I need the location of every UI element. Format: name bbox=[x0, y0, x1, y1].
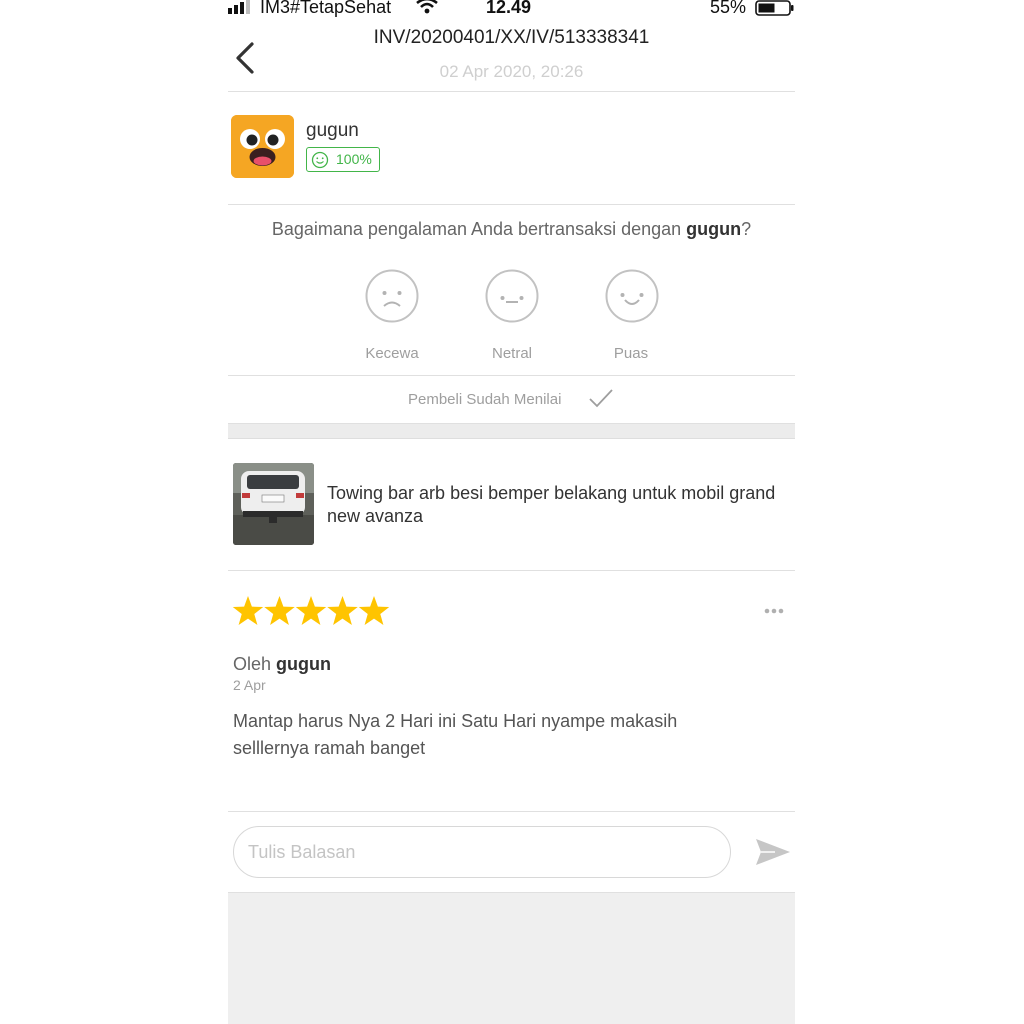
clock: 12.49 bbox=[486, 0, 532, 17]
invoice-number: INV/20200401/XX/IV/513338341 bbox=[373, 27, 650, 48]
star-icon bbox=[232, 596, 264, 625]
review-author-prefix: Oleh bbox=[233, 654, 277, 674]
star-icon bbox=[264, 596, 295, 625]
star-icon bbox=[327, 596, 358, 625]
seller-info: gugun 100% bbox=[228, 92, 795, 205]
status-bar: IM3#TetapSehat 12.49 55% bbox=[228, 0, 795, 18]
product-title[interactable]: Towing bar arb besi bemper belakang untu… bbox=[327, 482, 787, 528]
smile-icon bbox=[311, 151, 329, 169]
phone-screen: IM3#TetapSehat 12.49 55% INV/20200401/XX… bbox=[228, 0, 795, 1024]
experience-question: Bagaimana pengalaman Anda bertransaksi d… bbox=[228, 219, 795, 240]
invoice-header: INV/20200401/XX/IV/513338341 02 Apr 2020… bbox=[228, 18, 795, 92]
more-options-icon[interactable] bbox=[763, 607, 787, 615]
battery-percent: 55% bbox=[710, 0, 747, 17]
product-image[interactable] bbox=[233, 463, 314, 545]
happy-face-icon[interactable] bbox=[605, 269, 659, 323]
check-icon bbox=[589, 389, 613, 408]
neutral-face-icon[interactable] bbox=[485, 269, 539, 323]
section-divider bbox=[228, 424, 795, 439]
star-rating bbox=[232, 596, 390, 625]
review-author: Oleh gugun bbox=[233, 654, 331, 675]
signal-icon bbox=[228, 0, 250, 14]
sad-face-icon[interactable] bbox=[365, 269, 419, 323]
review-author-name: gugun bbox=[276, 654, 332, 674]
avatar-face-icon bbox=[231, 115, 294, 178]
star-icon bbox=[295, 596, 327, 625]
rating-status-text: Pembeli Sudah Menilai bbox=[408, 391, 562, 408]
reply-input[interactable] bbox=[233, 826, 731, 878]
seller-name[interactable]: gugun bbox=[306, 120, 359, 142]
question-prefix: Bagaimana pengalaman Anda bertransaksi d… bbox=[271, 219, 687, 239]
wifi-icon bbox=[416, 0, 438, 14]
star-icon bbox=[358, 596, 390, 625]
reply-bar bbox=[228, 812, 795, 893]
option-label-kecewa: Kecewa bbox=[365, 345, 419, 362]
reputation-value: 100% bbox=[336, 151, 372, 167]
invoice-datetime: 02 Apr 2020, 20:26 bbox=[439, 62, 584, 81]
experience-section: Bagaimana pengalaman Anda bertransaksi d… bbox=[228, 205, 795, 376]
rating-status: Pembeli Sudah Menilai bbox=[228, 376, 795, 424]
carrier-name: IM3#TetapSehat bbox=[260, 0, 392, 17]
question-suffix: ? bbox=[741, 219, 752, 239]
question-seller-name: gugun bbox=[686, 219, 742, 239]
review-text: Mantap harus Nya 2 Hari ini Satu Hari ny… bbox=[233, 711, 678, 758]
bottom-spacer bbox=[228, 893, 795, 1024]
avatar[interactable] bbox=[231, 115, 294, 178]
product-card[interactable]: Towing bar arb besi bemper belakang untu… bbox=[228, 439, 795, 571]
review-date: 2 Apr bbox=[233, 677, 266, 693]
battery-icon bbox=[755, 0, 794, 16]
review-section: Oleh gugun 2 Apr Mantap harus Nya 2 Hari… bbox=[228, 571, 795, 812]
option-label-puas: Puas bbox=[613, 345, 649, 362]
reputation-badge: 100% bbox=[306, 147, 380, 172]
car-photo-icon bbox=[233, 463, 314, 545]
send-icon[interactable] bbox=[755, 838, 791, 866]
option-label-netral: Netral bbox=[491, 345, 532, 362]
